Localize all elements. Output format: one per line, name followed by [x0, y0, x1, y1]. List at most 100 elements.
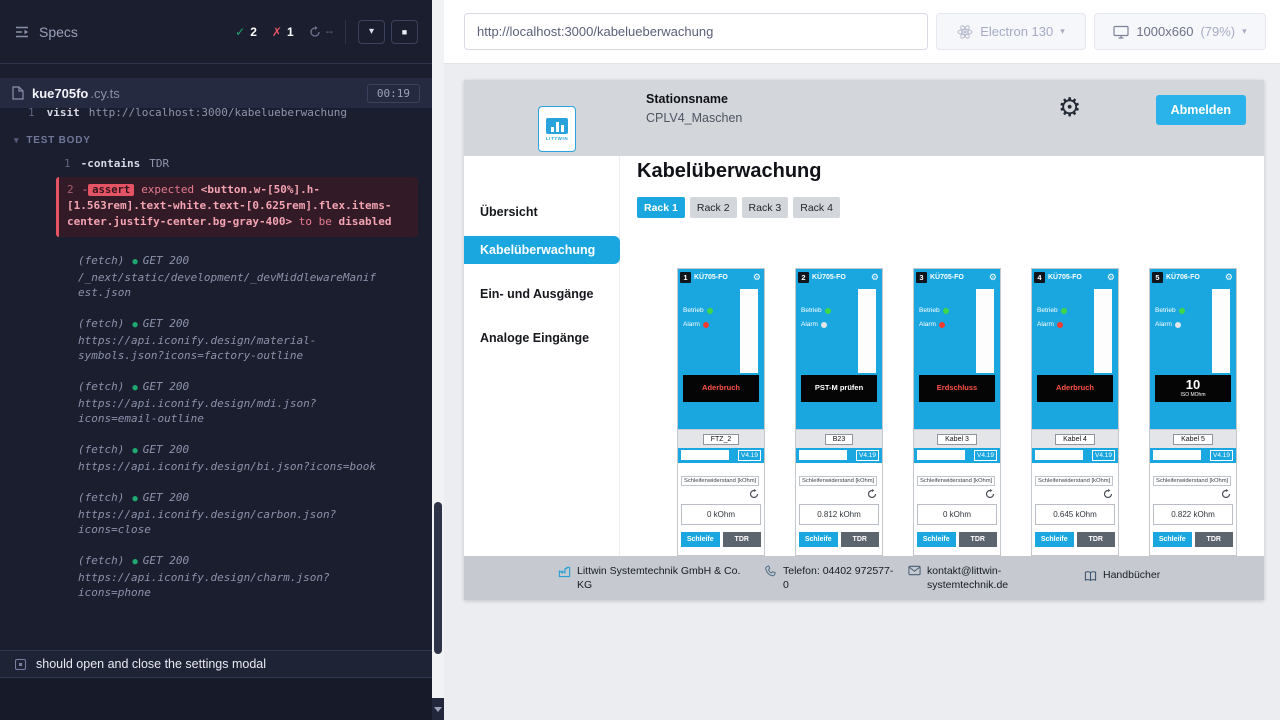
sidebar-item-ein-und-ausgaenge[interactable]: Ein- und Ausgänge — [464, 280, 620, 308]
scrollbar-thumb[interactable] — [434, 502, 442, 654]
device-gear-icon[interactable]: ⚙ — [871, 273, 879, 282]
triangle-down-icon — [434, 707, 442, 712]
url-input[interactable] — [464, 13, 928, 50]
schleife-button[interactable]: Schleife — [1153, 532, 1192, 547]
refresh-icon[interactable] — [796, 489, 877, 500]
stop-tests-button[interactable]: ■ — [391, 20, 418, 44]
reporter-scrollbar[interactable] — [432, 0, 444, 720]
device-input-field — [799, 450, 847, 460]
tdr-button[interactable]: TDR — [723, 532, 762, 547]
device-gear-icon[interactable]: ⚙ — [989, 273, 997, 282]
cross-icon: ✗ — [272, 25, 282, 39]
line-number: 2 — [67, 183, 74, 196]
viewport-size: 1000x660 — [1136, 24, 1193, 39]
tdr-button[interactable]: TDR — [1195, 532, 1234, 547]
log-visit-command[interactable]: 1visithttp://localhost:3000/kabelueberwa… — [0, 108, 432, 119]
log-fetch-entry[interactable]: (fetch)●GET 200 https://api.iconify.desi… — [78, 553, 378, 600]
chevron-down-icon: ▾ — [14, 135, 19, 145]
tab-rack-2[interactable]: Rack 2 — [690, 197, 737, 218]
device-card-3: 3KÜ705-FO⚙ Betrieb Alarm Erdschluss Kabe… — [913, 268, 1001, 556]
tab-rack-4[interactable]: Rack 4 — [793, 197, 840, 218]
aut-stage: LITTWIN Stationsname CPLV4_Maschen ⚙ Abm… — [444, 64, 1280, 720]
resistance-value: 0.822 kOhm — [1153, 504, 1233, 525]
device-gear-icon[interactable]: ⚙ — [1225, 273, 1233, 282]
refresh-icon[interactable] — [1032, 489, 1113, 500]
alarm-led: Alarm — [683, 321, 709, 328]
divider — [345, 20, 346, 44]
status-display: Aderbruch — [1037, 375, 1113, 402]
log-failed-assert[interactable]: 2-assertexpected <button.w-[50%].h-[1.56… — [56, 177, 418, 237]
footer-manuals[interactable]: Handbücher — [1084, 568, 1160, 582]
off-led-icon — [1175, 322, 1181, 328]
schleife-button[interactable]: Schleife — [799, 532, 838, 547]
log-fetch-entry[interactable]: (fetch)●GET 200 https://api.iconify.desi… — [78, 379, 378, 426]
book-icon — [1084, 570, 1097, 582]
spec-extension: .cy.ts — [90, 86, 119, 101]
sidebar-item-analoge-eingaenge[interactable]: Analoge Eingänge — [464, 324, 620, 352]
cable-indicator-strip — [976, 289, 994, 373]
spec-name[interactable]: kue705fo — [32, 86, 88, 101]
tab-rack-3[interactable]: Rack 3 — [742, 197, 789, 218]
browser-selector[interactable]: Electron 130 ▾ — [936, 13, 1086, 50]
device-gear-icon[interactable]: ⚙ — [1107, 273, 1115, 282]
tab-rack-1[interactable]: Rack 1 — [637, 197, 685, 218]
firmware-version: V4.19 — [856, 450, 879, 461]
red-led-icon — [939, 322, 945, 328]
schleife-button[interactable]: Schleife — [917, 532, 956, 547]
next-test-row[interactable]: should open and close the settings modal — [0, 650, 432, 678]
alarm-led: Alarm — [801, 321, 827, 328]
spec-timer: 00:19 — [367, 84, 420, 103]
aut-pane: Electron 130 ▾ 1000x660 (79%) ▾ LITTWIN … — [444, 0, 1280, 720]
success-dot-icon: ● — [132, 557, 137, 567]
device-card-5: 5KÜ706-FO⚙ Betrieb Alarm 10ISO MOhm Kabe… — [1149, 268, 1237, 556]
schleife-button[interactable]: Schleife — [681, 532, 720, 547]
betrieb-led: Betrieb — [919, 307, 949, 314]
log-contains-command[interactable]: 1-containsTDR — [0, 157, 432, 170]
device-input-field — [1153, 450, 1201, 460]
fetch-url: https://api.iconify.design/bi.json?icons… — [78, 459, 378, 474]
chevron-down-icon: ▾ — [1242, 26, 1247, 37]
collapse-reporter-button[interactable]: ▾ — [358, 20, 385, 44]
refresh-icon[interactable] — [1150, 489, 1231, 500]
test-body-section-header[interactable]: ▾TEST BODY — [14, 135, 432, 146]
logout-button[interactable]: Abmelden — [1156, 95, 1246, 125]
resistance-value: 0.645 kOhm — [1035, 504, 1115, 525]
resistance-label: Schleifenwiderstand [kOhm] — [1035, 476, 1113, 486]
refresh-icon[interactable] — [914, 489, 995, 500]
off-led-icon — [821, 322, 827, 328]
app-header: LITTWIN Stationsname CPLV4_Maschen ⚙ Abm… — [464, 80, 1264, 156]
cable-name: Kabel 5 — [1173, 434, 1213, 445]
status-display: PST-M prüfen — [801, 375, 877, 402]
log-fetch-entry[interactable]: (fetch)●GET 200 https://api.iconify.desi… — [78, 490, 378, 537]
viewport-selector[interactable]: 1000x660 (79%) ▾ — [1094, 13, 1266, 50]
device-gear-icon[interactable]: ⚙ — [753, 273, 761, 282]
command-log: 1visithttp://localhost:3000/kabelueberwa… — [0, 108, 432, 650]
tdr-button[interactable]: TDR — [841, 532, 880, 547]
sidebar-item-uebersicht[interactable]: Übersicht — [464, 198, 620, 226]
log-fetch-entry[interactable]: (fetch)●GET 200 https://api.iconify.desi… — [78, 442, 378, 474]
footer-email[interactable]: kontakt@littwin-systemtechnik.de — [908, 564, 1019, 592]
success-dot-icon: ● — [132, 446, 137, 456]
device-model: KÜ706-FO — [1166, 274, 1223, 281]
schleife-button[interactable]: Schleife — [1035, 532, 1074, 547]
logo-buildings-icon — [546, 118, 568, 134]
specs-menu-button[interactable]: Specs — [14, 24, 78, 40]
tdr-button[interactable]: TDR — [959, 532, 998, 547]
log-fetch-entry[interactable]: (fetch)●GET 200 https://api.iconify.desi… — [78, 316, 378, 363]
device-number: 4 — [1034, 272, 1045, 283]
footer-phone[interactable]: Telefon: 04402 972577-0 — [764, 564, 899, 592]
device-number: 5 — [1152, 272, 1163, 283]
green-led-icon — [1179, 308, 1185, 314]
footer-company: Littwin Systemtechnik GmbH & Co. KG — [558, 564, 742, 592]
scrollbar-down-arrow[interactable] — [432, 698, 444, 720]
settings-gear-icon[interactable]: ⚙ — [1058, 94, 1081, 120]
passed-stat: ✓2 — [235, 25, 257, 39]
sidebar-item-kabelueberwachung[interactable]: Kabelüberwachung — [464, 236, 620, 264]
refresh-icon[interactable] — [678, 489, 759, 500]
resistance-value: 0 kOhm — [681, 504, 761, 525]
firmware-version: V4.19 — [1092, 450, 1115, 461]
tdr-button[interactable]: TDR — [1077, 532, 1116, 547]
device-number: 2 — [798, 272, 809, 283]
log-fetch-entry[interactable]: (fetch)●GET 200 /_next/static/developmen… — [78, 253, 378, 300]
pending-stat: -- — [309, 26, 333, 38]
